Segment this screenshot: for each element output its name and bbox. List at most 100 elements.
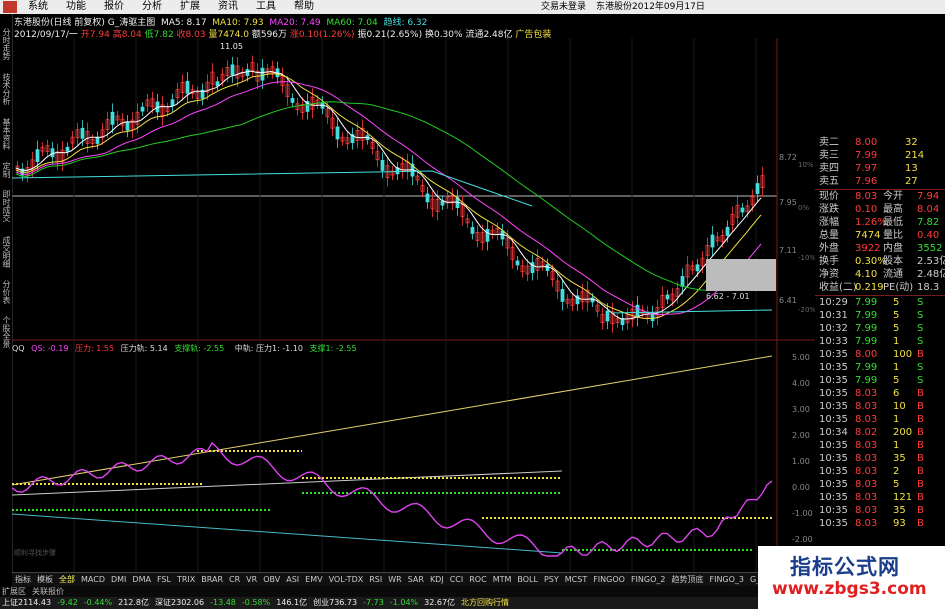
menu-help[interactable]: 帮助 (285, 0, 323, 14)
sh-index[interactable]: 上证2114.43 (2, 597, 51, 609)
tick-price: 8.03 (855, 505, 878, 516)
cy-change: -7.73 (363, 598, 384, 607)
candle-body (380, 160, 385, 171)
indicator-tab[interactable]: ROC (466, 573, 489, 586)
indicator-tab[interactable]: WR (385, 573, 404, 586)
stat-key: 现价 (819, 191, 839, 202)
menu-quote[interactable]: 报价 (95, 0, 133, 14)
menu-system[interactable]: 系统 (19, 0, 57, 14)
indicator-tab[interactable]: KDJ (427, 573, 447, 586)
menu-extend[interactable]: 扩展 (171, 0, 209, 14)
tick-row: 10:35 8.03 35 B (817, 452, 943, 465)
indicator-tab[interactable]: OBV (260, 573, 283, 586)
indicator-tab[interactable]: RSI (366, 573, 385, 586)
indicator-tab[interactable]: CCI (447, 573, 467, 586)
sz-index[interactable]: 深证2302.06 (155, 597, 204, 609)
pct-axis-label: -10% (798, 254, 815, 262)
indicator-tab[interactable]: VOL-TDX (326, 573, 367, 586)
indicator-tab[interactable]: CR (226, 573, 243, 586)
menu-function[interactable]: 功能 (57, 0, 95, 14)
left-tab-realtime[interactable]: 即时成交 (0, 186, 12, 226)
indicator-tab[interactable]: ASI (283, 573, 302, 586)
indicator-tab[interactable]: TRIX (174, 573, 198, 586)
tick-time: 10:35 (819, 401, 848, 412)
stat-value: 2.53亿 (917, 256, 945, 267)
indicator-tab[interactable]: 模板 (34, 573, 56, 586)
candle-body (290, 97, 295, 103)
high-price-label: 11.05 (220, 42, 243, 51)
left-tab-custom[interactable]: 定制 (0, 159, 12, 181)
sh-pct: -0.44% (83, 598, 113, 607)
candle-body (215, 81, 220, 87)
moving-average-lines (12, 70, 773, 320)
indicator-tab[interactable]: 全部 (56, 573, 78, 586)
indicator-tab[interactable]: EMV (302, 573, 325, 586)
indicator-tab[interactable]: VR (243, 573, 260, 586)
candle-body (95, 137, 100, 144)
ask-row: 卖三 7.99 214 (817, 149, 943, 162)
left-tab-details[interactable]: 成交明细 (0, 232, 12, 272)
stat-row: 总量 7474 量比 0.40 (817, 229, 943, 242)
candle-body (260, 67, 265, 81)
tick-volume: 10 (893, 401, 906, 412)
indicator-tab[interactable]: BOLL (514, 573, 541, 586)
candle-body (35, 149, 40, 163)
stat-value: 7.82 (917, 217, 940, 228)
mid-track (12, 470, 563, 496)
tick-side: B (917, 349, 924, 360)
left-tab-price-table[interactable]: 分价表 (0, 276, 12, 308)
tab-related-quote[interactable]: 关联报价 (32, 586, 64, 597)
menu-news[interactable]: 资讯 (209, 0, 247, 14)
tick-volume: 100 (893, 349, 913, 360)
tick-time: 10:33 (819, 336, 848, 347)
candle-body (680, 276, 685, 287)
tick-row: 10:35 8.03 121 B (817, 491, 943, 504)
candle-body (710, 234, 715, 248)
candle-body (485, 228, 490, 242)
tick-time: 10:35 (819, 349, 848, 360)
quote-panel: 卖二 8.00 32 卖三 7.99 214 卖四 7.97 13 卖五 7.96 27 现价 8.03 今… (815, 136, 945, 574)
tick-time: 10:35 (819, 479, 848, 490)
chart-area[interactable]: 8.72 7.95 7.11 6.41 10% 0% -10% -20% 11.… (12, 38, 815, 572)
stat-value: 7.94 (917, 191, 940, 202)
trade-status[interactable]: 交易未登录 (541, 0, 586, 14)
stat-key: PE(动) (883, 282, 914, 293)
tick-price: 8.03 (855, 414, 878, 425)
stat-value: 0.40 (917, 230, 940, 241)
menu-analysis[interactable]: 分析 (133, 0, 171, 14)
stat-row: 涨跌 0.10 最高 8.04 (817, 203, 943, 216)
indicator-press-line: 压力轨: 5.14 (121, 343, 168, 353)
cy-index[interactable]: 创业736.73 (313, 597, 357, 609)
indicator-tab[interactable]: FINGO_2 (628, 573, 669, 586)
indicator-tab[interactable]: FINGOO (590, 573, 628, 586)
left-tab-fundamental[interactable]: 基本资料 (0, 114, 12, 154)
indicator-tab[interactable]: 趋势顶底 (668, 573, 706, 586)
indicator-axis-label: 2.00 (792, 431, 810, 440)
tick-row: 10:35 7.99 1 S (817, 361, 943, 374)
indicator-tab[interactable]: SAR (405, 573, 427, 586)
left-tab-panorama[interactable]: 个股全景 (0, 312, 12, 352)
tick-volume: 5 (893, 479, 900, 490)
indicator-tab[interactable]: PSY (541, 573, 562, 586)
news-ticker[interactable]: 北方回购行情 (461, 597, 509, 609)
left-tab-technical[interactable]: 技术分析 (0, 69, 12, 109)
indicator-tab[interactable]: MCST (562, 573, 590, 586)
indicator-tab[interactable]: DMI (108, 573, 129, 586)
indicator-tab[interactable]: FINGO_3 (706, 573, 747, 586)
indicator-tab[interactable]: DMA (129, 573, 154, 586)
menu-tools[interactable]: 工具 (247, 0, 285, 14)
indicator-footer: 顺利寻找步骤 (14, 548, 56, 557)
ask-label: 卖二 (819, 137, 839, 148)
indicator-lines (12, 355, 773, 557)
indicator-tab[interactable]: MACD (78, 573, 108, 586)
indicator-tab[interactable]: MTM (490, 573, 515, 586)
indicator-tab[interactable]: 指标 (12, 573, 34, 586)
indicator-qs: QS: -0.19 (31, 344, 68, 353)
tick-volume: 5 (893, 297, 900, 308)
indicator-tab[interactable]: FSL (154, 573, 174, 586)
indicator-tab[interactable]: BRAR (198, 573, 226, 586)
ask-price: 7.99 (855, 150, 878, 161)
left-tab-intraday[interactable]: 分时走势 (0, 24, 12, 64)
tab-extension[interactable]: 扩展区 (2, 586, 26, 597)
tick-side: B (917, 479, 924, 490)
